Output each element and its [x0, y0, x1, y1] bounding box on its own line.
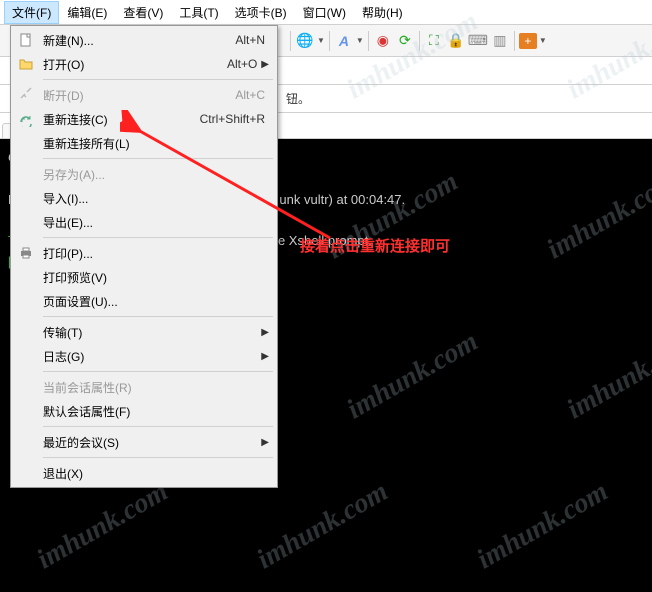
menu-separator: [43, 237, 273, 238]
new-icon: [15, 30, 37, 50]
separator: [329, 31, 330, 51]
menu-item: 另存为(A)...: [13, 162, 275, 186]
menu-item-label: 当前会话属性(R): [37, 379, 269, 396]
lock-icon[interactable]: 🔒: [446, 31, 466, 51]
annotation-text: 接着点击重新连接即可: [300, 235, 450, 256]
menu-item[interactable]: 打开(O)Alt+O▶: [13, 52, 275, 76]
submenu-arrow-icon: ▶: [261, 327, 269, 338]
menu-file[interactable]: 文件(F): [4, 1, 59, 24]
menu-item[interactable]: 重新连接(C)Ctrl+Shift+R: [13, 107, 275, 131]
menu-item: 断开(D)Alt+C: [13, 83, 275, 107]
menu-item[interactable]: 打印预览(V): [13, 265, 275, 289]
menu-item[interactable]: 页面设置(U)...: [13, 289, 275, 313]
menu-item[interactable]: 新建(N)...Alt+N: [13, 28, 275, 52]
menu-shortcut: Alt+O: [227, 57, 261, 71]
menu-item-label: 导出(E)...: [37, 214, 269, 231]
menu-help[interactable]: 帮助(H): [354, 1, 411, 24]
menu-separator: [43, 316, 273, 317]
blank-icon: [15, 267, 37, 287]
font-icon[interactable]: A: [334, 31, 354, 51]
menu-tabs[interactable]: 选项卡(B): [227, 1, 295, 24]
blank-icon: [15, 346, 37, 366]
menu-item-label: 导入(I)...: [37, 190, 269, 207]
blank-icon: [15, 463, 37, 483]
menu-separator: [43, 426, 273, 427]
menu-item-label: 传输(T): [37, 324, 261, 341]
menu-item-label: 日志(G): [37, 348, 261, 365]
blank-icon: [15, 401, 37, 421]
menu-separator: [43, 158, 273, 159]
swirl-icon[interactable]: ◉: [373, 31, 393, 51]
menu-item-label: 断开(D): [37, 87, 235, 104]
refresh-icon[interactable]: ⟳: [395, 31, 415, 51]
blank-icon: [15, 164, 37, 184]
blank-icon: [15, 322, 37, 342]
submenu-arrow-icon: ▶: [261, 437, 269, 448]
menu-item[interactable]: 传输(T)▶: [13, 320, 275, 344]
menu-item-label: 打印预览(V): [37, 269, 269, 286]
expand-icon[interactable]: ⛶: [424, 31, 444, 51]
submenu-arrow-icon: ▶: [261, 351, 269, 362]
menu-item[interactable]: 导入(I)...: [13, 186, 275, 210]
menu-window[interactable]: 窗口(W): [295, 1, 354, 24]
menu-view[interactable]: 查看(V): [115, 1, 171, 24]
menu-item[interactable]: 日志(G)▶: [13, 344, 275, 368]
menu-item-label: 退出(X): [37, 465, 269, 482]
blank-icon: [15, 432, 37, 452]
menu-item[interactable]: 导出(E)...: [13, 210, 275, 234]
menu-separator: [43, 79, 273, 80]
blank-icon: [15, 188, 37, 208]
print-icon: [15, 243, 37, 263]
blank-icon: [15, 291, 37, 311]
menu-item-label: 新建(N)...: [37, 32, 235, 49]
menu-item-label: 重新连接所有(L): [37, 135, 269, 152]
tag-icon[interactable]: ▥: [490, 31, 510, 51]
menu-shortcut: Ctrl+Shift+R: [200, 112, 269, 126]
blank-icon: [15, 377, 37, 397]
keyboard-icon[interactable]: ⌨: [468, 31, 488, 51]
menu-item[interactable]: 退出(X): [13, 461, 275, 485]
menu-item[interactable]: 打印(P)...: [13, 241, 275, 265]
menu-item-label: 打印(P)...: [37, 245, 269, 262]
menu-item: 当前会话属性(R): [13, 375, 275, 399]
separator: [419, 31, 420, 51]
menu-item[interactable]: 默认会话属性(F): [13, 399, 275, 423]
reconnect-icon: [15, 109, 37, 129]
submenu-arrow-icon: ▶: [261, 59, 269, 70]
menu-item[interactable]: 最近的会议(S)▶: [13, 430, 275, 454]
disconnect-icon: [15, 85, 37, 105]
open-icon: [15, 54, 37, 74]
menu-item-label: 默认会话属性(F): [37, 403, 269, 420]
menu-item-label: 重新连接(C): [37, 111, 200, 128]
file-dropdown-menu: 新建(N)...Alt+N打开(O)Alt+O▶断开(D)Alt+C重新连接(C…: [10, 25, 278, 488]
menu-item-label: 页面设置(U)...: [37, 293, 269, 310]
menu-item[interactable]: 重新连接所有(L): [13, 131, 275, 155]
menu-separator: [43, 457, 273, 458]
menu-shortcut: Alt+C: [235, 88, 269, 102]
menubar: 文件(F) 编辑(E) 查看(V) 工具(T) 选项卡(B) 窗口(W) 帮助(…: [0, 0, 652, 25]
menu-shortcut: Alt+N: [235, 33, 269, 47]
menu-item-label: 最近的会议(S): [37, 434, 261, 451]
menu-item-label: 另存为(A)...: [37, 166, 269, 183]
globe-icon[interactable]: 🌐: [295, 31, 315, 51]
separator: [514, 31, 515, 51]
menu-edit[interactable]: 编辑(E): [59, 1, 115, 24]
menu-tools[interactable]: 工具(T): [171, 1, 226, 24]
blank-icon: [15, 133, 37, 153]
separator: [368, 31, 369, 51]
blank-icon: [15, 212, 37, 232]
menu-separator: [43, 371, 273, 372]
menu-item-label: 打开(O): [37, 56, 227, 73]
separator: [290, 31, 291, 51]
add-icon[interactable]: +: [519, 33, 537, 49]
